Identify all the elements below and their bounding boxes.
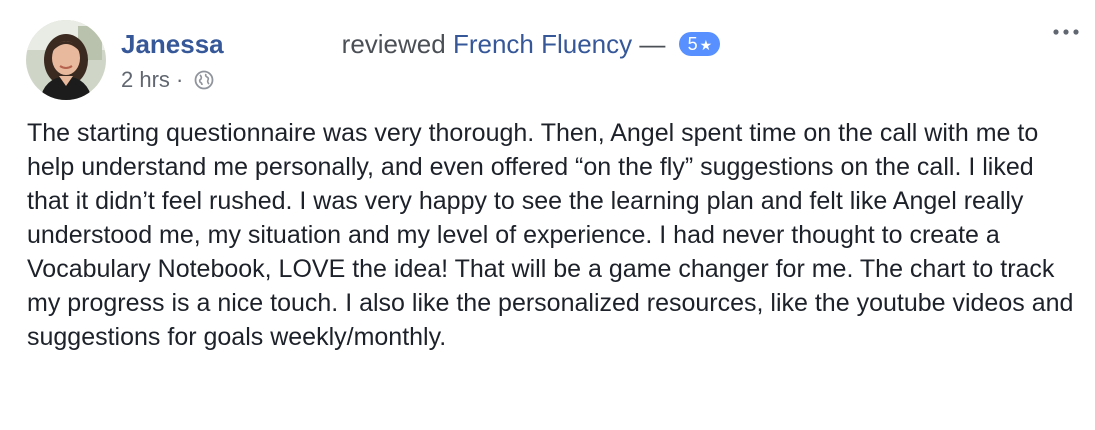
more-options-button[interactable] [1049,20,1083,44]
profile-photo-icon [26,20,106,100]
post-timestamp[interactable]: 2 hrs [121,67,170,92]
post-header: Janessa reviewed French Fluency — 5 ★ [121,28,721,60]
star-icon: ★ [699,37,713,53]
meta-separator: · [176,67,184,92]
rating-value: 5 [687,34,698,54]
post-meta: 2 hrs · [121,66,214,94]
author-avatar[interactable] [26,20,106,100]
review-text: The starting questionnaire was very thor… [27,119,1074,351]
redacted-name-block [223,31,342,57]
review-action-text: reviewed [341,29,446,59]
page-name-link[interactable]: French Fluency [453,29,632,59]
rating-badge: 5 ★ [678,32,721,56]
header-dash: — [639,29,666,59]
author-name-link[interactable]: Janessa [121,29,224,59]
more-options-icon [1053,29,1079,35]
public-globe-icon[interactable] [194,69,214,90]
review-post: Janessa reviewed French Fluency — 5 ★ 2 hr… [0,0,1095,430]
